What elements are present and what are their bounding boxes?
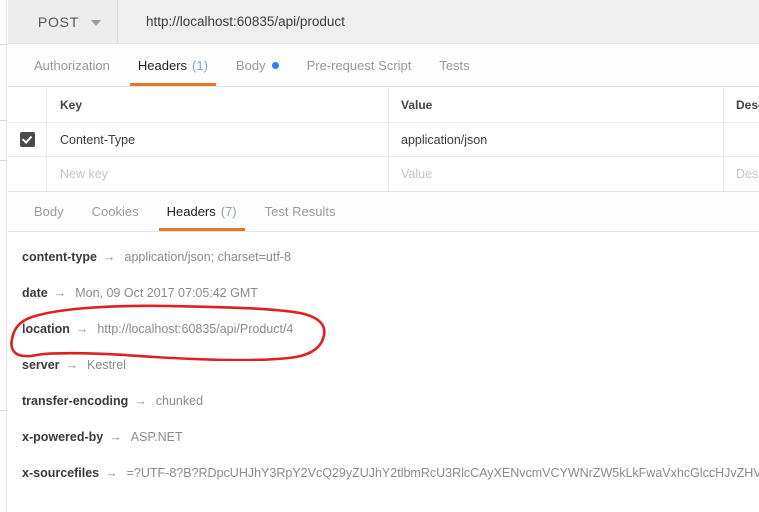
header-description-input[interactable] <box>724 123 759 156</box>
tab-authorization[interactable]: Authorization <box>20 45 124 86</box>
response-header-value: ASP.NET <box>130 430 183 444</box>
response-header-row: date → Mon, 09 Oct 2017 07:05:42 GMT <box>22 286 759 322</box>
body-modified-dot-icon <box>271 62 279 69</box>
response-header-name: content-type <box>22 250 97 264</box>
tab-response-body-label: Body <box>34 204 64 219</box>
url-input[interactable]: http://localhost:60835/api/product <box>118 0 759 43</box>
arrow-right-icon: → <box>53 286 67 300</box>
response-header-row: transfer-encoding → chunked <box>22 394 759 430</box>
response-header-row: x-powered-by → ASP.NET <box>22 430 759 466</box>
table-row: Content-Type application/json <box>8 123 759 157</box>
tab-pre-request-script[interactable]: Pre-request Script <box>293 45 426 86</box>
request-tab-bar: Authorization Headers (1) Body Pre-reque… <box>8 45 759 87</box>
arrow-right-icon: → <box>109 430 122 444</box>
response-header-name: x-sourcefiles <box>22 466 100 480</box>
tab-cookies[interactable]: Cookies <box>78 192 153 231</box>
tab-response-body[interactable]: Body <box>20 192 78 231</box>
left-panel-edge <box>0 0 7 512</box>
tab-request-headers[interactable]: Headers (1) <box>124 45 222 86</box>
tab-test-results-label: Test Results <box>264 204 336 219</box>
response-header-row: server → Kestrel <box>22 358 759 394</box>
table-header-check-cell <box>8 88 47 122</box>
header-key-input[interactable]: Content-Type <box>47 123 389 156</box>
tab-test-results[interactable]: Test Results <box>251 192 350 231</box>
response-header-value: Mon, 09 Oct 2017 07:05:42 GMT <box>75 286 258 300</box>
tab-tests-label: Tests <box>439 58 470 73</box>
request-headers-table: Key Value Desc Content-Type application/… <box>8 88 759 192</box>
tab-pre-request-script-label: Pre-request Script <box>306 58 412 73</box>
response-header-value: http://localhost:60835/api/Product/4 <box>97 322 294 336</box>
response-header-value: Kestrel <box>87 358 126 372</box>
new-header-key-input[interactable]: New key <box>47 157 389 191</box>
arrow-right-icon: → <box>75 322 89 336</box>
new-header-description-input[interactable]: Des <box>724 157 759 191</box>
postman-window: POST http://localhost:60835/api/product … <box>0 0 759 512</box>
tab-cookies-label: Cookies <box>91 204 139 219</box>
arrow-right-icon: → <box>105 466 118 480</box>
tab-request-headers-label: Headers <box>137 58 188 73</box>
tab-request-headers-count: (1) <box>192 58 208 73</box>
response-header-name: x-powered-by <box>22 430 104 444</box>
http-method-label: POST <box>37 13 80 30</box>
tab-body[interactable]: Body <box>222 45 293 86</box>
response-headers-list: content-type → application/json; charset… <box>8 233 759 512</box>
table-header-row: Key Value Desc <box>8 88 759 123</box>
tab-response-headers[interactable]: Headers (7) <box>153 192 251 231</box>
chevron-down-icon <box>91 19 102 26</box>
tab-authorization-label: Authorization <box>34 58 110 73</box>
new-row-checkbox-cell <box>8 157 47 191</box>
response-header-value: chunked <box>155 394 204 408</box>
tab-response-headers-count: (7) <box>220 204 237 219</box>
tab-body-label: Body <box>235 58 266 73</box>
arrow-right-icon: → <box>65 358 79 372</box>
arrow-right-icon: → <box>103 250 116 264</box>
response-header-name: location <box>22 322 70 336</box>
response-header-name: date <box>22 286 48 300</box>
request-url-bar: POST http://localhost:60835/api/product <box>8 0 759 44</box>
new-header-value-input[interactable]: Value <box>389 157 724 191</box>
response-header-name: server <box>22 358 60 372</box>
response-tab-bar: Body Cookies Headers (7) Test Results <box>8 192 759 232</box>
response-header-row: content-type → application/json; charset… <box>22 250 759 286</box>
header-enabled-checkbox[interactable] <box>19 132 35 147</box>
header-value-input[interactable]: application/json <box>389 123 724 156</box>
http-method-select[interactable]: POST <box>8 0 118 43</box>
tab-response-headers-label: Headers <box>166 204 216 219</box>
column-header-key: Key <box>47 88 389 122</box>
tab-tests[interactable]: Tests <box>425 45 483 86</box>
column-header-value: Value <box>389 88 724 122</box>
response-header-name: transfer-encoding <box>22 394 129 408</box>
row-checkbox-cell <box>8 123 47 156</box>
table-row-new: New key Value Des <box>8 157 759 191</box>
response-header-value: application/json; charset=utf-8 <box>124 250 291 264</box>
response-header-value: =?UTF-8?B?RDpcUHJhY3RpY2VcQ29yZUJhY2tlbm… <box>126 466 759 480</box>
arrow-right-icon: → <box>134 394 147 408</box>
response-header-row: x-sourcefiles → =?UTF-8?B?RDpcUHJhY3RpY2… <box>22 466 759 502</box>
response-header-row-location: location → http://localhost:60835/api/Pr… <box>22 322 759 358</box>
column-header-description: Desc <box>736 98 759 112</box>
